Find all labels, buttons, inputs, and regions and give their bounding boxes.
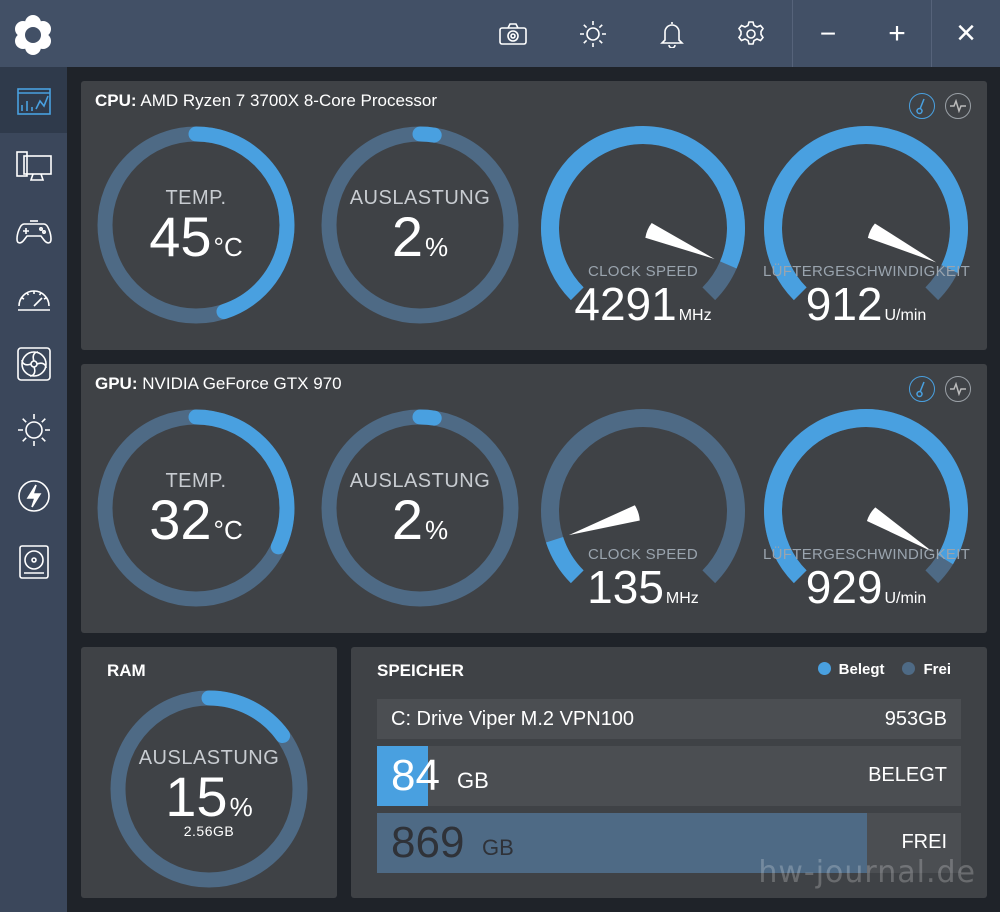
gpu-title: GPU: NVIDIA GeForce GTX 970 xyxy=(95,374,342,394)
cpu-name: AMD Ryzen 7 3700X 8-Core Processor xyxy=(140,91,438,110)
cpu-view-toggle xyxy=(909,93,971,119)
drive-row[interactable]: C: Drive Viper M.2 VPN100 953GB xyxy=(377,699,961,739)
used-space-bar: 84 GB BELEGT xyxy=(377,746,961,806)
close-button[interactable]: × xyxy=(932,0,1000,67)
gpu-panel: GPU: NVIDIA GeForce GTX 970 TEMP. 32°C A… xyxy=(81,364,987,633)
ram-title: RAM xyxy=(107,661,146,680)
dashboard-icon xyxy=(16,88,51,115)
brightness-icon xyxy=(17,414,50,446)
brightness-icon[interactable] xyxy=(558,0,628,67)
sidebar-item-overclocking[interactable] xyxy=(0,265,67,331)
cpu-load-gauge: AUSLASTUNG 2% xyxy=(320,125,520,325)
gpu-clock-gauge: CLOCK SPEED 135 MHz xyxy=(540,408,746,614)
camera-icon[interactable] xyxy=(478,0,548,67)
maximize-button[interactable]: + xyxy=(862,0,932,67)
title-bar: − + × xyxy=(0,0,1000,67)
gpu-load-gauge: AUSLASTUNG 2% xyxy=(320,408,520,608)
cpu-load-value: 2% xyxy=(391,205,449,268)
sidebar-item-gaming[interactable] xyxy=(0,199,67,265)
gauge-needle xyxy=(867,223,937,263)
cpu-title: CPU: AMD Ryzen 7 3700X 8-Core Processor xyxy=(95,91,437,111)
cpu-temp-value: 45°C xyxy=(149,205,243,268)
legend-free: Frei xyxy=(902,661,951,678)
monitor-icon xyxy=(15,151,52,181)
drive-icon xyxy=(18,545,49,579)
sidebar-item-power[interactable] xyxy=(0,463,67,529)
main-content: CPU: AMD Ryzen 7 3700X 8-Core Processor … xyxy=(67,67,1000,912)
sidebar-item-storage[interactable] xyxy=(0,529,67,595)
drive-name: C: Drive Viper M.2 VPN100 xyxy=(391,707,635,730)
speedometer-icon xyxy=(17,290,50,311)
gpu-clock-value: 135 MHz xyxy=(587,561,699,613)
sidebar-item-system[interactable] xyxy=(0,133,67,199)
free-space-label: FREI xyxy=(901,831,947,853)
cpu-clock-value: 4291 MHz xyxy=(574,278,712,330)
pulse-icon[interactable] xyxy=(945,93,971,119)
ram-load-value: 15% xyxy=(165,765,253,828)
thermometer-icon[interactable] xyxy=(909,93,935,119)
legend-used: Belegt xyxy=(817,661,884,678)
cpu-fan-value: 912 U/min xyxy=(805,278,927,330)
free-space-unit: GB xyxy=(482,835,514,860)
power-icon xyxy=(17,480,50,512)
cpu-panel: CPU: AMD Ryzen 7 3700X 8-Core Processor … xyxy=(81,81,987,350)
gpu-prefix: GPU: xyxy=(95,374,138,393)
gamepad-icon xyxy=(15,220,52,244)
storage-legend: Belegt Frei xyxy=(817,661,951,678)
used-space-unit: GB xyxy=(457,768,489,793)
free-space-value: 869 xyxy=(391,818,465,867)
ram-used-amount: 2.56GB xyxy=(183,823,235,839)
ram-load-gauge: AUSLASTUNG 15% 2.56GB xyxy=(109,689,309,889)
gear-icon[interactable] xyxy=(716,0,786,67)
cpu-fan-gauge: LÜFTERGESCHWINDIGKEIT 912 U/min xyxy=(763,125,970,331)
gpu-name: NVIDIA GeForce GTX 970 xyxy=(142,374,342,393)
ram-panel: RAM AUSLASTUNG 15% 2.56GB xyxy=(81,647,337,898)
gpu-temp-value: 32°C xyxy=(149,488,243,551)
watermark: hw-journal.de xyxy=(758,855,976,890)
fan-icon xyxy=(16,347,51,381)
cpu-clock-gauge: CLOCK SPEED 4291 MHz xyxy=(540,125,746,331)
app-logo-icon xyxy=(12,14,54,56)
sidebar-item-lighting[interactable] xyxy=(0,397,67,463)
gpu-load-value: 2% xyxy=(391,488,449,551)
sidebar-item-fans[interactable] xyxy=(0,331,67,397)
sidebar xyxy=(0,67,67,912)
used-space-value: 84 xyxy=(391,751,440,800)
bell-icon[interactable] xyxy=(637,0,707,67)
cpu-prefix: CPU: xyxy=(95,91,137,110)
gauge-needle xyxy=(645,223,715,259)
gpu-view-toggle xyxy=(909,376,971,402)
pulse-icon[interactable] xyxy=(945,376,971,402)
sidebar-item-dashboard[interactable] xyxy=(0,67,67,133)
storage-title: SPEICHER xyxy=(377,661,464,680)
minimize-button[interactable]: − xyxy=(793,0,863,67)
gauge-needle xyxy=(568,505,640,536)
gpu-temp-gauge: TEMP. 32°C xyxy=(96,408,296,608)
used-space-label: BELEGT xyxy=(868,764,947,786)
thermometer-icon[interactable] xyxy=(909,376,935,402)
drive-size: 953GB xyxy=(884,707,947,730)
cpu-temp-gauge: TEMP. 45°C xyxy=(96,125,296,325)
gpu-fan-value: 929 U/min xyxy=(805,561,927,613)
gpu-fan-gauge: LÜFTERGESCHWINDIGKEIT 929 U/min xyxy=(763,408,970,614)
